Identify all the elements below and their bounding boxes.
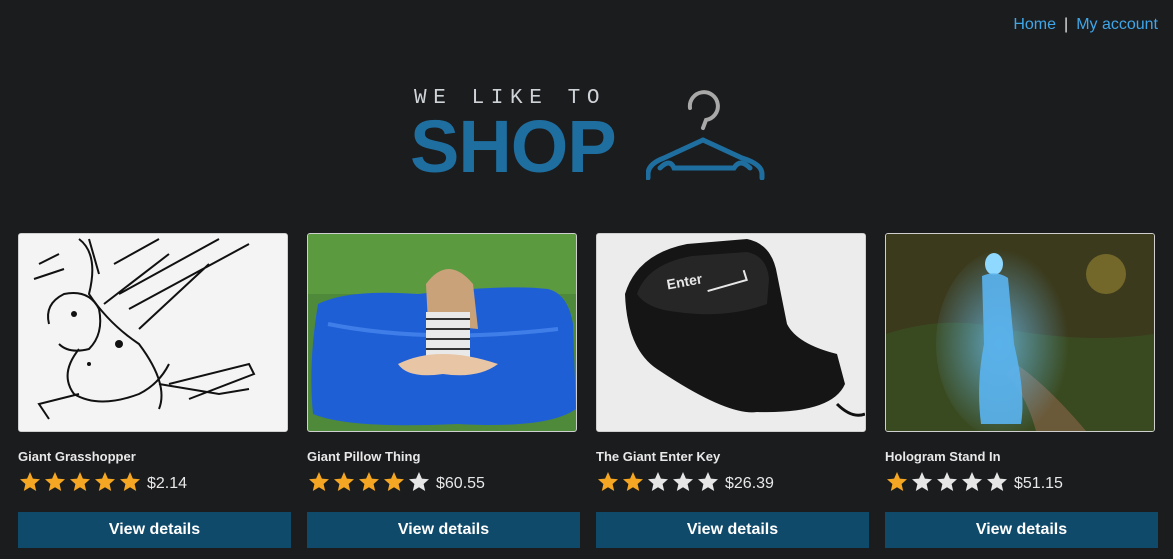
logo-word: SHOP bbox=[410, 105, 617, 188]
product-card: Giant Grasshopper $2.14 View details bbox=[18, 233, 292, 548]
product-price: $51.15 bbox=[1014, 475, 1063, 492]
product-card: Enter The Giant Enter Key $26.39 View de… bbox=[596, 233, 870, 548]
my-account-link[interactable]: My account bbox=[1076, 16, 1158, 33]
view-details-button[interactable]: View details bbox=[596, 512, 869, 548]
star-filled-icon bbox=[95, 472, 115, 491]
star-filled-icon bbox=[20, 472, 40, 491]
view-details-button[interactable]: View details bbox=[885, 512, 1158, 548]
star-filled-icon bbox=[887, 472, 907, 491]
product-price: $2.14 bbox=[147, 475, 188, 492]
nav-separator: | bbox=[1064, 16, 1069, 33]
product-name[interactable]: Hologram Stand In bbox=[885, 449, 1159, 464]
product-rating: $60.55 bbox=[307, 470, 581, 494]
product-image-pillow[interactable] bbox=[307, 233, 577, 432]
view-details-button[interactable]: View details bbox=[18, 512, 291, 548]
product-name[interactable]: Giant Pillow Thing bbox=[307, 449, 581, 464]
star-filled-icon bbox=[120, 472, 140, 491]
product-card: Hologram Stand In $51.15 View details bbox=[885, 233, 1159, 548]
home-link[interactable]: Home bbox=[1013, 16, 1056, 33]
star-filled-icon bbox=[359, 472, 379, 491]
star-empty-icon bbox=[673, 472, 693, 491]
product-grid: Giant Grasshopper $2.14 View details Gia… bbox=[18, 233, 1159, 548]
product-rating: $51.15 bbox=[885, 470, 1159, 494]
view-details-button[interactable]: View details bbox=[307, 512, 580, 548]
hanger-icon bbox=[646, 90, 765, 180]
star-filled-icon bbox=[384, 472, 404, 491]
product-rating: $26.39 bbox=[596, 470, 870, 494]
star-filled-icon bbox=[334, 472, 354, 491]
star-filled-icon bbox=[309, 472, 329, 491]
product-image-hologram[interactable] bbox=[885, 233, 1155, 432]
star-filled-icon bbox=[70, 472, 90, 491]
star-empty-icon bbox=[937, 472, 957, 491]
site-logo[interactable]: WE LIKE TO SHOP bbox=[410, 86, 770, 186]
product-image-grasshopper[interactable] bbox=[18, 233, 288, 432]
star-empty-icon bbox=[409, 472, 429, 491]
star-filled-icon bbox=[598, 472, 618, 491]
star-filled-icon bbox=[623, 472, 643, 491]
product-price: $26.39 bbox=[725, 475, 774, 492]
star-empty-icon bbox=[912, 472, 932, 491]
star-empty-icon bbox=[987, 472, 1007, 491]
star-filled-icon bbox=[45, 472, 65, 491]
product-name[interactable]: Giant Grasshopper bbox=[18, 449, 292, 464]
star-empty-icon bbox=[648, 472, 668, 491]
product-name[interactable]: The Giant Enter Key bbox=[596, 449, 870, 464]
product-rating: $2.14 bbox=[18, 470, 292, 494]
star-empty-icon bbox=[962, 472, 982, 491]
product-image-enter-key[interactable]: Enter bbox=[596, 233, 866, 432]
top-navigation: Home | My account bbox=[1013, 16, 1158, 34]
star-empty-icon bbox=[698, 472, 718, 491]
product-price: $60.55 bbox=[436, 475, 485, 492]
product-card: Giant Pillow Thing $60.55 View details bbox=[307, 233, 581, 548]
